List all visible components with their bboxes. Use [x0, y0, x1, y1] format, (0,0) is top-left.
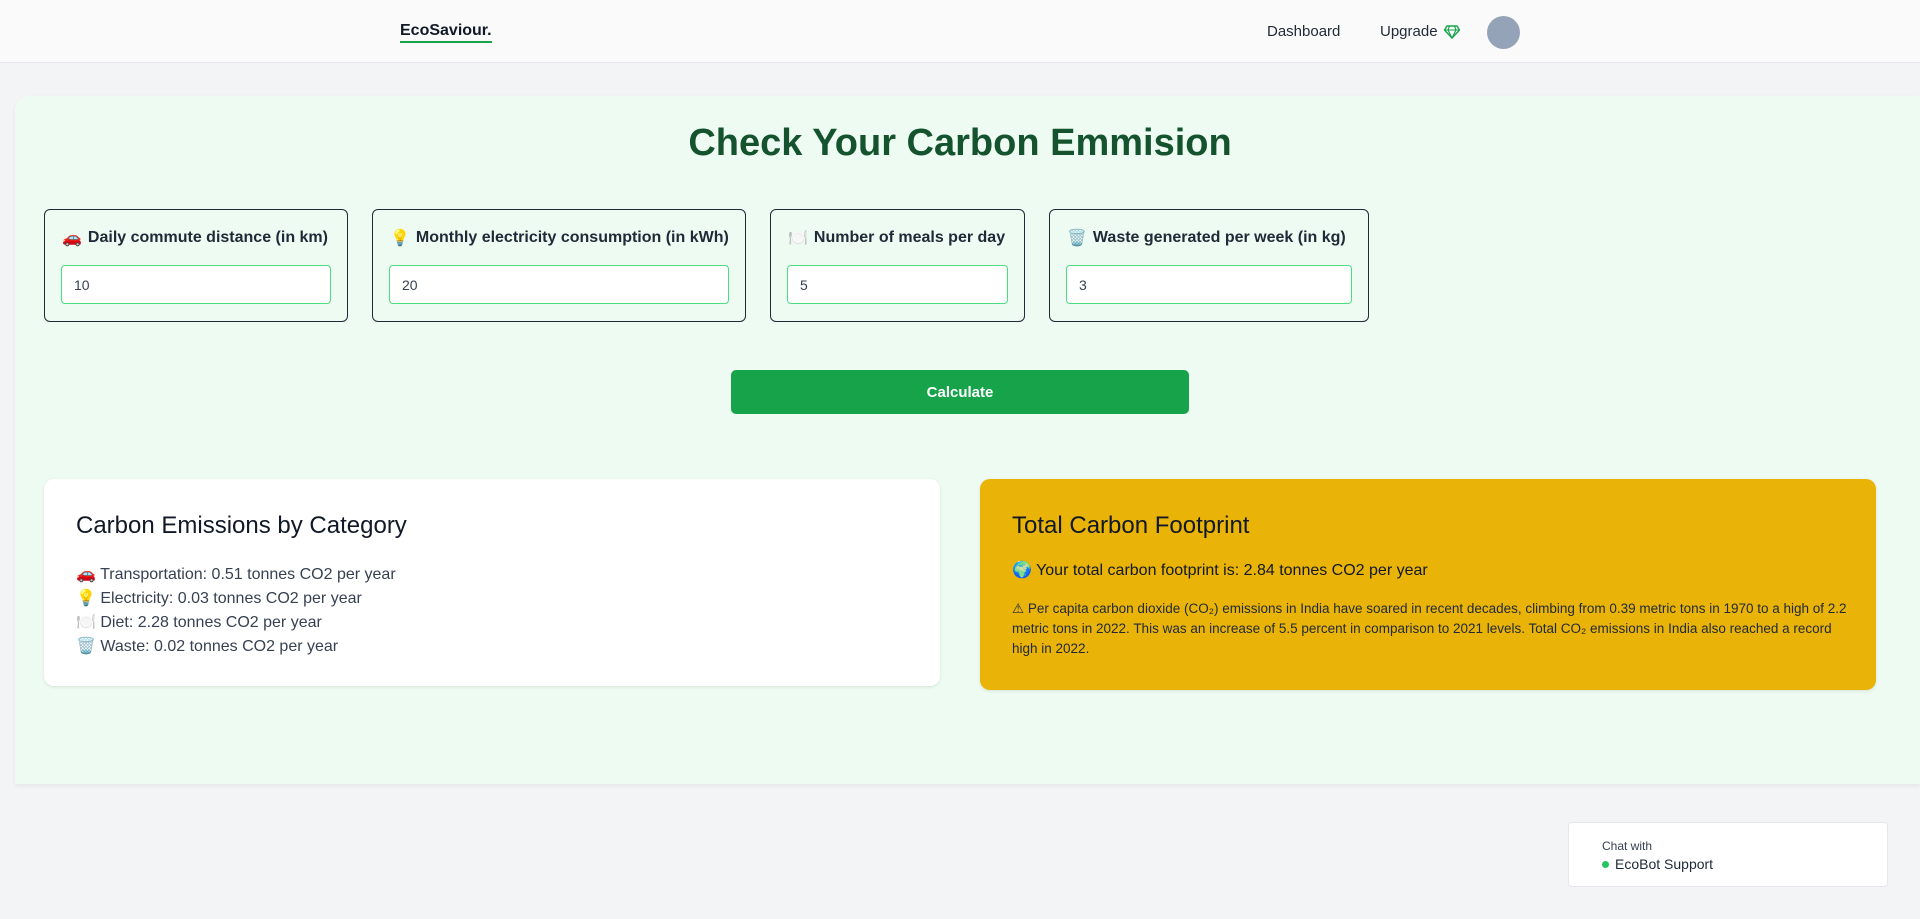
commute-distance-input[interactable] [61, 265, 331, 304]
car-icon: 🚗 [62, 228, 82, 247]
electricity-label: 💡 Monthly electricity consumption (in kW… [390, 228, 729, 247]
electricity-text: Electricity: 0.03 tonnes CO2 per year [100, 590, 362, 607]
meals-per-day-input[interactable] [787, 265, 1008, 304]
total-footprint-text: Your total carbon footprint is: 2.84 ton… [1036, 562, 1428, 579]
diet-text: Diet: 2.28 tonnes CO2 per year [100, 614, 322, 631]
brand-logo[interactable]: EcoSaviour. [400, 22, 492, 43]
commute-label-text: Daily commute distance (in km) [87, 228, 328, 246]
top-navbar: EcoSaviour. Dashboard Upgrade [0, 0, 1920, 63]
waste-per-week-input[interactable] [1066, 265, 1352, 304]
waste-input-card: 🗑️ Waste generated per week (in kg) [1049, 209, 1369, 322]
nav-upgrade-link[interactable]: Upgrade [1380, 23, 1460, 40]
waste-text: Waste: 0.02 tonnes CO2 per year [100, 638, 339, 655]
warning-icon: ⚠ [1012, 601, 1025, 616]
globe-icon: 🌍 [1012, 560, 1032, 579]
plate-icon: 🍽️ [788, 228, 808, 247]
total-footprint-line: 🌍 Your total carbon footprint is: 2.84 t… [1012, 560, 1428, 580]
india-emissions-note: ⚠ Per capita carbon dioxide (CO₂) emissi… [1012, 599, 1856, 659]
upgrade-label: Upgrade [1380, 23, 1438, 40]
meals-input-card: 🍽️ Number of meals per day [770, 209, 1025, 322]
plate-icon: 🍽️ [76, 612, 96, 631]
chat-with-label: Chat with [1602, 839, 1653, 853]
emissions-by-category-card: Carbon Emissions by Category 🚗 Transport… [44, 479, 940, 686]
list-item: 🗑️ Waste: 0.02 tonnes CO2 per year [76, 634, 396, 658]
lightbulb-icon: 💡 [76, 588, 96, 607]
category-list: 🚗 Transportation: 0.51 tonnes CO2 per ye… [76, 562, 396, 658]
india-emissions-text: Per capita carbon dioxide (CO₂) emission… [1012, 601, 1847, 656]
meals-label: 🍽️ Number of meals per day [788, 228, 1005, 247]
wastebasket-icon: 🗑️ [76, 636, 96, 655]
page-title: Check Your Carbon Emmision [688, 122, 1232, 164]
online-status-icon [1602, 860, 1609, 868]
chat-widget[interactable]: Chat with EcoBot Support [1568, 822, 1888, 887]
chat-agent-name: EcoBot Support [1615, 856, 1714, 872]
lightbulb-icon: 💡 [390, 228, 410, 247]
wastebasket-icon: 🗑️ [1067, 228, 1087, 247]
user-avatar[interactable] [1487, 16, 1520, 49]
car-icon: 🚗 [76, 564, 96, 583]
commute-input-card: 🚗 Daily commute distance (in km) [44, 209, 348, 322]
chat-agent: EcoBot Support [1602, 856, 1713, 872]
list-item: 🍽️ Diet: 2.28 tonnes CO2 per year [76, 610, 396, 634]
total-footprint-card: Total Carbon Footprint 🌍 Your total carb… [980, 479, 1876, 690]
electricity-label-text: Monthly electricity consumption (in kWh) [415, 228, 729, 246]
nav-dashboard-link[interactable]: Dashboard [1267, 23, 1340, 40]
calculate-button[interactable]: Calculate [731, 370, 1189, 414]
electricity-input-card: 💡 Monthly electricity consumption (in kW… [372, 209, 746, 322]
meals-label-text: Number of meals per day [813, 228, 1006, 246]
transportation-text: Transportation: 0.51 tonnes CO2 per year [100, 566, 396, 583]
electricity-consumption-input[interactable] [389, 265, 729, 304]
list-item: 🚗 Transportation: 0.51 tonnes CO2 per ye… [76, 562, 396, 586]
total-card-title: Total Carbon Footprint [1012, 512, 1250, 539]
waste-label: 🗑️ Waste generated per week (in kg) [1067, 228, 1346, 247]
emissions-card-title: Carbon Emissions by Category [76, 512, 407, 539]
gem-icon [1443, 24, 1460, 39]
commute-label: 🚗 Daily commute distance (in km) [62, 228, 328, 247]
waste-label-text: Waste generated per week (in kg) [1092, 228, 1346, 246]
list-item: 💡 Electricity: 0.03 tonnes CO2 per year [76, 586, 396, 610]
